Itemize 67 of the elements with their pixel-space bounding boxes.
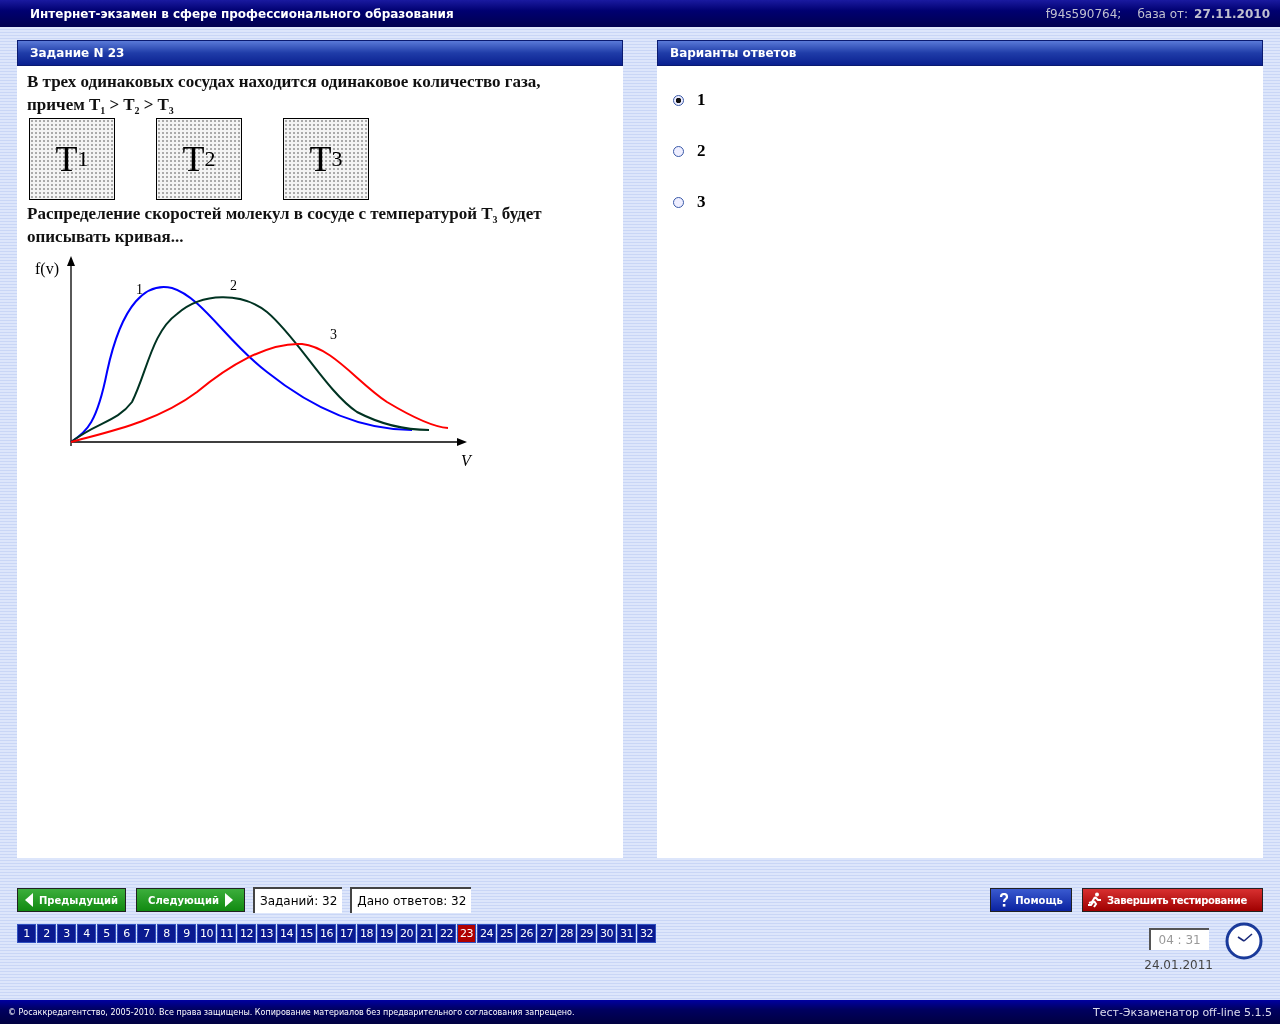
session-code: f94s590764; <box>1045 6 1122 21</box>
curve-label: 3 <box>330 327 337 342</box>
answered-count: Дано ответов: 32 <box>350 887 472 913</box>
question-number-button[interactable]: 19 <box>377 924 396 943</box>
question-number-button[interactable]: 20 <box>397 924 416 943</box>
question-number-button[interactable]: 10 <box>197 924 216 943</box>
question-number-button[interactable]: 14 <box>277 924 296 943</box>
question-number-button[interactable]: 3 <box>57 924 76 943</box>
panel-title: Задание N 23 <box>17 40 623 66</box>
question-number-button[interactable]: 16 <box>317 924 336 943</box>
answer-option[interactable]: 1 <box>697 90 706 110</box>
finish-button[interactable]: Завершить тестирование <box>1082 888 1263 912</box>
previous-button[interactable]: Предыдущий <box>17 888 126 912</box>
question-number-button[interactable]: 26 <box>517 924 536 943</box>
axis-label: f(v) <box>35 260 59 277</box>
base-label: база от: <box>1137 6 1189 21</box>
left-arrow-icon <box>24 893 33 907</box>
question-number-button[interactable]: 21 <box>417 924 436 943</box>
question-number-button[interactable]: 17 <box>337 924 356 943</box>
curve-label: 2 <box>230 278 237 293</box>
help-icon <box>999 893 1010 907</box>
answer-option[interactable]: 2 <box>697 141 706 161</box>
question-number-button[interactable]: 9 <box>177 924 196 943</box>
question-number-button[interactable]: 5 <box>97 924 116 943</box>
question-number-button[interactable]: 11 <box>217 924 236 943</box>
question-number-button[interactable]: 32 <box>637 924 656 943</box>
question-number-button[interactable]: 28 <box>557 924 576 943</box>
radio-button[interactable] <box>673 196 684 208</box>
panel-title: Варианты ответов <box>657 40 1263 66</box>
question-number-button[interactable]: 1 <box>17 924 36 943</box>
question-text: В трех одинаковых сосудах находится одинаковое количество газа, <box>27 71 542 93</box>
help-button[interactable]: Помощь <box>990 888 1072 912</box>
question-number-button[interactable]: 22 <box>437 924 456 943</box>
radio-button[interactable] <box>673 94 684 106</box>
question-number-button[interactable]: 18 <box>357 924 376 943</box>
next-button[interactable]: Следующий <box>136 888 245 912</box>
base-date: 27.11.2010 <box>1194 6 1270 21</box>
question-number-button[interactable]: 30 <box>597 924 616 943</box>
version-text: Тест-Экзаменатор off-line 5.1.5 <box>1092 1005 1272 1019</box>
answer-option[interactable]: 3 <box>697 192 706 212</box>
question-number-button[interactable]: 4 <box>77 924 96 943</box>
question-number-button[interactable]: 24 <box>477 924 496 943</box>
question-number-button[interactable]: 29 <box>577 924 596 943</box>
question-number-button[interactable]: 25 <box>497 924 516 943</box>
date-text: 24.01.2011 <box>1144 958 1213 972</box>
question-number-button[interactable]: 7 <box>137 924 156 943</box>
radio-button[interactable] <box>673 145 684 157</box>
window-title: Интернет-экзамен в сфере профессионального образования <box>30 6 455 21</box>
axis-label: V <box>461 452 471 469</box>
question-number-button[interactable]: 27 <box>537 924 556 943</box>
question-number-button[interactable]: 13 <box>257 924 276 943</box>
timer-display: 04 : 31 <box>1148 928 1209 950</box>
running-person-icon <box>1087 892 1103 908</box>
question-text: причем T$_{1}$ > T$_{2}$ > T$_{3}$ <box>27 94 175 116</box>
task-count: Заданий: 32 <box>253 887 343 913</box>
question-text: Распределение скоростей молекул в сосуде с температурой T$_{3}$ будет описывать кривая... <box>27 203 543 248</box>
curve-label: 1 <box>136 282 143 297</box>
right-arrow-icon <box>224 893 233 907</box>
question-number-button[interactable]: 8 <box>157 924 176 943</box>
question-number-button[interactable]: 31 <box>617 924 636 943</box>
question-number-button[interactable]: 12 <box>237 924 256 943</box>
question-number-button[interactable]: 23 <box>457 924 476 943</box>
copyright-text: © Росаккредагентство, 2005-2010. Все права защищены. Копирование материалов без предварительного согласования запрещено. <box>8 1007 575 1017</box>
question-number-button[interactable]: 15 <box>297 924 316 943</box>
question-number-button[interactable]: 6 <box>117 924 136 943</box>
clock-icon <box>1225 922 1263 960</box>
question-number-button[interactable]: 2 <box>37 924 56 943</box>
